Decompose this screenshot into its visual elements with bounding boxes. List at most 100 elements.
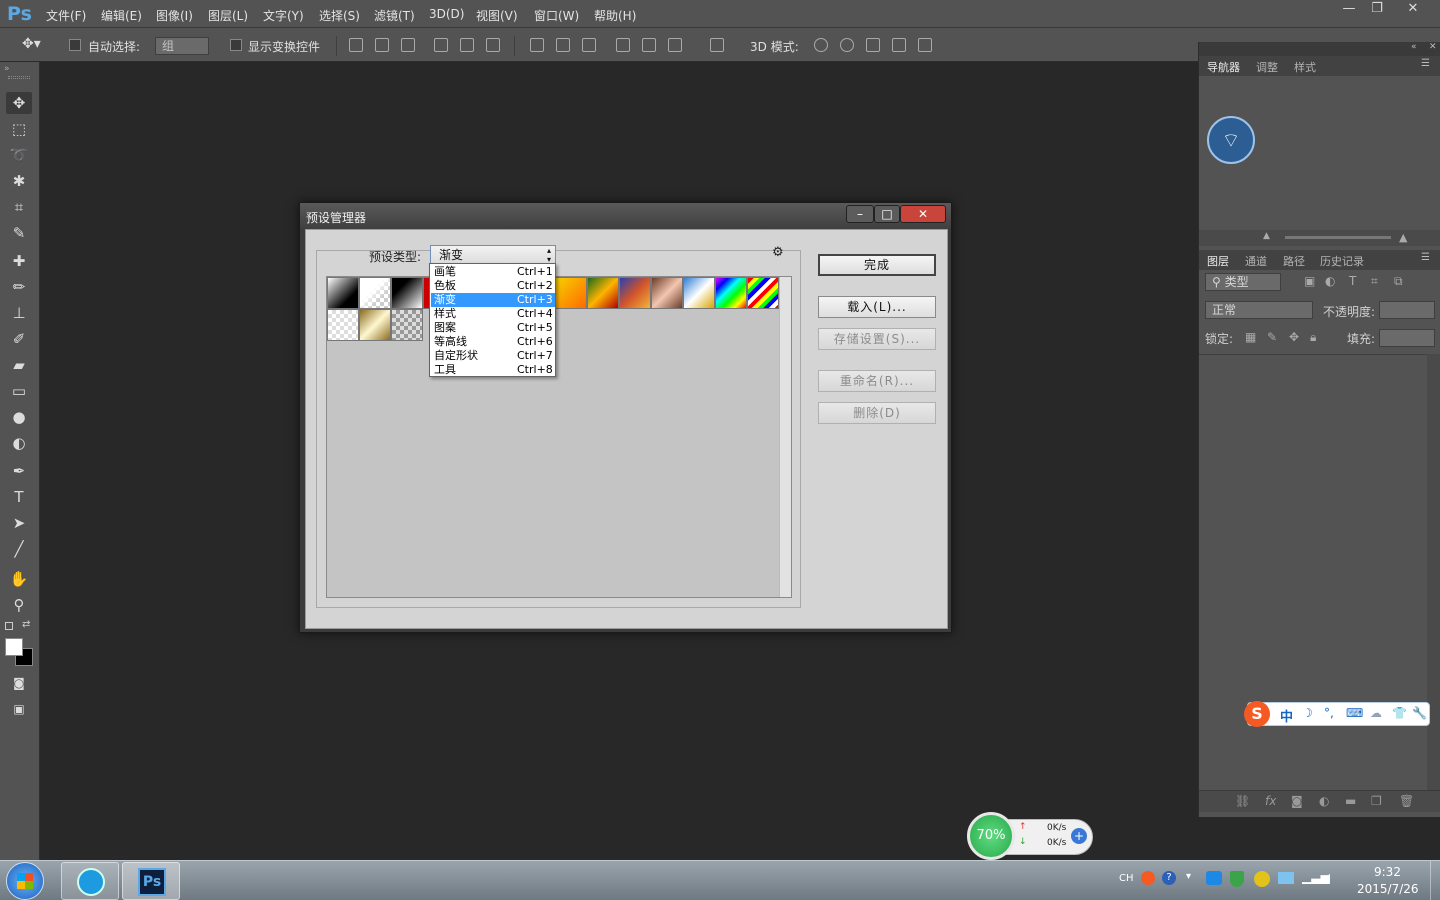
slide-3d-icon[interactable] xyxy=(892,38,906,52)
pen-tool-icon[interactable]: ✒ xyxy=(6,460,32,482)
filter-adjust-icon[interactable]: ◐ xyxy=(1325,274,1335,288)
dialog-minimize-button[interactable]: – xyxy=(846,205,874,223)
roll-3d-icon[interactable] xyxy=(840,38,854,52)
menu-layer[interactable]: 图层(L) xyxy=(208,7,248,24)
panel-collapse-bar[interactable]: « ✕ xyxy=(1199,42,1440,56)
path-selection-tool-icon[interactable]: ➤ xyxy=(6,512,32,534)
scale-3d-icon[interactable] xyxy=(918,38,932,52)
tray-expand-icon[interactable]: ▾ xyxy=(1186,871,1191,882)
distribute-vcenter-icon[interactable] xyxy=(556,38,570,52)
gradient-swatch[interactable] xyxy=(327,309,359,341)
language-indicator[interactable]: CH xyxy=(1119,873,1134,884)
screen-mode-icon[interactable]: ▣ xyxy=(6,698,32,720)
gradient-swatch[interactable] xyxy=(619,277,651,309)
crop-tool-icon[interactable]: ⌗ xyxy=(6,196,32,218)
sogou-tray-icon[interactable] xyxy=(1141,871,1155,885)
gradient-swatch[interactable] xyxy=(391,309,423,341)
dropdown-item-patterns[interactable]: 图案 Ctrl+5 xyxy=(431,321,555,335)
load-button[interactable]: 载入(L)... xyxy=(818,296,936,318)
menu-edit[interactable]: 编辑(E) xyxy=(101,7,142,24)
ime-tools-icon[interactable]: 🔧 xyxy=(1412,706,1427,720)
close-button[interactable]: ✕ xyxy=(1397,0,1429,20)
dropdown-item-tools[interactable]: 工具 Ctrl+8 xyxy=(431,363,555,377)
brush-tool-icon[interactable]: ✏ xyxy=(6,276,32,298)
gear-icon[interactable]: ⚙ xyxy=(772,245,784,260)
filter-type-icon[interactable]: T xyxy=(1349,274,1356,288)
rotate-3d-icon[interactable] xyxy=(814,38,828,52)
fill-input[interactable] xyxy=(1379,329,1435,347)
dodge-tool-icon[interactable]: ◐ xyxy=(6,432,32,454)
gradient-swatch[interactable] xyxy=(359,277,391,309)
done-button[interactable]: 完成 xyxy=(818,254,936,276)
adjustment-layer-icon[interactable]: ◐ xyxy=(1319,794,1329,808)
menu-view[interactable]: 视图(V) xyxy=(476,7,518,24)
align-right-icon[interactable] xyxy=(486,38,500,52)
lasso-tool-icon[interactable]: ➰ xyxy=(6,144,32,166)
filter-pixel-icon[interactable]: ▣ xyxy=(1304,274,1315,288)
panel-menu-icon[interactable]: ☰ xyxy=(1421,58,1430,69)
magic-wand-tool-icon[interactable]: ✱ xyxy=(6,170,32,192)
help-tray-icon[interactable]: ? xyxy=(1162,871,1176,885)
link-layers-icon[interactable]: ⛓ xyxy=(1235,794,1250,808)
auto-select-checkbox[interactable] xyxy=(69,39,81,51)
dropdown-item-custom-shapes[interactable]: 自定形状 Ctrl+7 xyxy=(431,349,555,363)
preset-type-select[interactable]: 渐变 ▴ ▾ xyxy=(430,245,556,265)
layers-panel-menu-icon[interactable]: ☰ xyxy=(1421,252,1430,263)
tab-paths[interactable]: 路径 xyxy=(1283,253,1305,269)
auto-align-icon[interactable] xyxy=(710,38,724,52)
align-bottom-icon[interactable] xyxy=(401,38,415,52)
distribute-top-icon[interactable] xyxy=(530,38,544,52)
swatch-scrollbar[interactable] xyxy=(779,277,791,597)
auto-select-dropdown[interactable]: 组 xyxy=(155,37,209,55)
tab-navigator[interactable]: 导航器 xyxy=(1207,59,1240,75)
gradient-swatch[interactable] xyxy=(651,277,683,309)
lock-paint-icon[interactable]: ✎ xyxy=(1267,330,1277,344)
gradient-swatch[interactable] xyxy=(359,309,391,341)
tab-styles[interactable]: 样式 xyxy=(1294,59,1316,75)
minimize-button[interactable]: — xyxy=(1334,0,1364,20)
tab-channels[interactable]: 通道 xyxy=(1245,253,1267,269)
toolbox-grip[interactable]: » xyxy=(4,64,10,74)
menu-file[interactable]: 文件(F) xyxy=(46,7,86,24)
move-tool-preset-icon[interactable]: ✥▾ xyxy=(22,36,41,52)
blend-mode-dropdown[interactable]: 正常 xyxy=(1205,301,1313,319)
zoom-out-icon[interactable]: ▲ xyxy=(1263,231,1270,241)
menu-3d[interactable]: 3D(D) xyxy=(429,7,464,21)
align-hcenter-icon[interactable] xyxy=(460,38,474,52)
gradient-swatch[interactable] xyxy=(715,277,747,309)
tab-adjustments[interactable]: 调整 xyxy=(1256,59,1278,75)
wifi-icon[interactable]: ⌔ xyxy=(1207,116,1255,164)
zoom-tool-icon[interactable]: ⚲ xyxy=(6,594,32,616)
accelerate-plus-icon[interactable]: + xyxy=(1071,828,1087,844)
gradient-swatch[interactable] xyxy=(587,277,619,309)
network-tray-icon[interactable] xyxy=(1278,872,1294,884)
menu-window[interactable]: 窗口(W) xyxy=(534,7,579,24)
menu-image[interactable]: 图像(I) xyxy=(156,7,193,24)
gradient-swatch[interactable] xyxy=(391,277,423,309)
group-folder-icon[interactable]: ▬ xyxy=(1345,794,1356,808)
taskbar-browser-button[interactable] xyxy=(61,862,119,900)
lock-move-icon[interactable]: ✥ xyxy=(1289,330,1299,344)
zoom-in-icon[interactable]: ▲ xyxy=(1399,231,1407,244)
filter-shape-icon[interactable]: ⌗ xyxy=(1371,274,1378,289)
dropdown-item-styles[interactable]: 样式 Ctrl+4 xyxy=(431,307,555,321)
save-settings-button[interactable]: 存储设置(S)... xyxy=(818,328,936,350)
dialog-titlebar[interactable]: 预设管理器 – □ ✕ xyxy=(300,203,951,229)
wifi-tray-icon[interactable] xyxy=(1206,871,1222,885)
ime-punctuation-icon[interactable]: °, xyxy=(1324,706,1334,720)
distribute-right-icon[interactable] xyxy=(668,38,682,52)
opacity-input[interactable] xyxy=(1379,301,1435,319)
layer-filter-dropdown[interactable]: ⚲ 类型 xyxy=(1205,273,1281,291)
toolbox-handle[interactable] xyxy=(8,76,30,79)
new-layer-icon[interactable]: ❐ xyxy=(1371,794,1382,808)
ime-keyboard-icon[interactable]: ⌨ xyxy=(1346,706,1363,720)
menu-help[interactable]: 帮助(H) xyxy=(594,7,636,24)
move-tool-icon[interactable]: ✥ xyxy=(6,92,32,114)
ime-chinese-mode[interactable]: 中 xyxy=(1280,706,1293,725)
menu-type[interactable]: 文字(Y) xyxy=(263,7,304,24)
gradient-swatch[interactable] xyxy=(747,277,779,309)
dropdown-item-brushes[interactable]: 画笔 Ctrl+1 xyxy=(431,265,555,279)
clock-time[interactable]: 9:32 xyxy=(1374,865,1401,879)
distribute-hcenter-icon[interactable] xyxy=(642,38,656,52)
eyedropper-tool-icon[interactable]: ✎ xyxy=(6,222,32,244)
